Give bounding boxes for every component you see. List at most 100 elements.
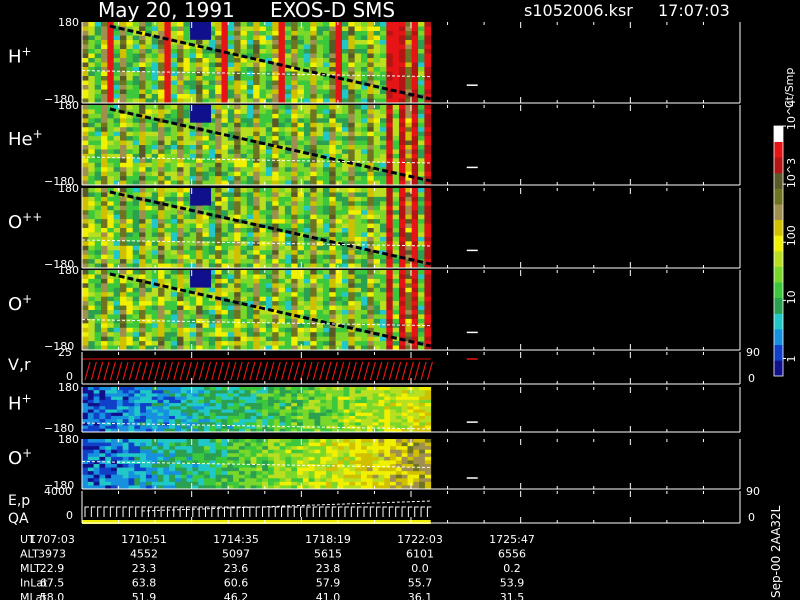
spectrogram-cell (227, 58, 235, 63)
spectrogram-cell (240, 327, 248, 333)
spectrogram-cell (272, 44, 279, 50)
spectrogram-cell (256, 412, 263, 417)
spectrogram-cell (278, 122, 286, 128)
spectrogram-cell (120, 210, 127, 216)
spectrogram-cell (418, 254, 425, 260)
spectrogram-cell (291, 270, 298, 275)
spectrogram-cell (285, 406, 292, 410)
spectrogram-cell (120, 314, 127, 320)
spectrogram-cell (240, 67, 248, 72)
spectrogram-cell (253, 259, 260, 264)
spectrogram-cell (405, 131, 413, 137)
spectrogram-cell (310, 22, 318, 27)
spectrogram-cell (169, 387, 176, 391)
spectrogram-cell (132, 188, 140, 193)
spectrogram-cell (322, 301, 330, 306)
spectrogram-cell (297, 236, 305, 242)
spectrogram-cell (373, 201, 381, 207)
spectrogram-cell (215, 22, 222, 27)
spectrogram-cell (335, 270, 343, 275)
spectrogram-cell (360, 396, 368, 401)
spectrogram-cell (373, 283, 381, 289)
spectrogram-cell (209, 406, 217, 410)
spectrogram-cell (392, 245, 400, 251)
spectrogram-cell (329, 105, 337, 110)
spectrogram-cell (183, 53, 191, 59)
spectrogram-cell (196, 314, 203, 320)
spectrogram-cell (164, 105, 172, 110)
spectrogram-cell (164, 158, 172, 164)
spectrogram-cell (227, 419, 234, 423)
spectrogram-cell (94, 118, 102, 124)
spectrogram-cell (316, 67, 324, 72)
spectrogram-cell (267, 396, 275, 401)
spectrogram-cell (284, 105, 292, 110)
spectrogram-cell (424, 301, 432, 306)
spectrogram-cell (170, 314, 178, 320)
spectrogram-cell (246, 85, 254, 90)
spectrogram-cell (183, 58, 191, 63)
spectrogram-cell (335, 192, 343, 198)
spectrogram-cell (145, 305, 153, 311)
spectrogram-cell (322, 219, 330, 224)
spectrogram-cell (329, 188, 337, 193)
spectrogram-cell (267, 406, 275, 410)
spectrogram-cell (341, 336, 349, 342)
spectrogram-cell (256, 406, 263, 410)
spectrogram-cell (151, 62, 159, 68)
spectrogram-cell (259, 171, 267, 177)
spectrogram-cell (360, 109, 368, 115)
spectrogram-cell (113, 158, 121, 164)
spectrogram-cell (140, 406, 147, 410)
spectrogram-cell (424, 270, 432, 275)
spectrogram-cell (202, 250, 210, 256)
spectrogram-cell (192, 406, 199, 410)
spectrogram-cell (399, 301, 406, 306)
spectrogram-cell (215, 310, 222, 315)
spectrogram-cell (265, 241, 273, 247)
spectrogram-cell (380, 270, 387, 275)
spectrogram-cell (405, 292, 413, 298)
panel-species-label: O++ (8, 210, 42, 233)
spectrogram-cell (392, 44, 400, 50)
spectrogram-cell (170, 149, 178, 155)
spectrogram-cell (348, 31, 356, 36)
spectrogram-cell (316, 53, 324, 59)
spectrogram-cell (297, 254, 305, 260)
spectrogram-cell (256, 390, 263, 394)
spectrogram-cell (419, 387, 426, 391)
spectrogram-cell (399, 44, 406, 50)
spectrogram-cell (82, 149, 89, 155)
spectrogram-cell (180, 425, 188, 430)
spectrogram-cell (310, 259, 318, 264)
spectrogram-cell (411, 250, 419, 256)
spectrogram-cell (367, 113, 375, 119)
spectrogram-cell (186, 409, 193, 414)
spectrogram-cell (399, 270, 406, 275)
spectrogram-cell (380, 80, 387, 86)
spectrogram-cell (329, 40, 337, 45)
spectrogram-cell (316, 274, 324, 280)
spectrogram-cell (326, 390, 333, 394)
spectrogram-cell (164, 192, 172, 198)
spectrogram-cell (272, 296, 279, 302)
spectrogram-cell (316, 278, 324, 284)
spectrogram-cell (253, 26, 260, 32)
spectrogram-cell (145, 80, 153, 86)
spectrogram-cell (303, 341, 311, 346)
spectrogram-cell (105, 393, 112, 398)
spectrogram-cell (120, 122, 127, 128)
spectrogram-cell (405, 236, 413, 242)
spectrogram-cell (101, 162, 108, 168)
spectrogram-cell (272, 89, 279, 95)
spectrogram-cell (82, 287, 89, 293)
spectrogram-cell (424, 254, 432, 260)
spectrogram-cell (348, 232, 356, 238)
spectrogram-cell (291, 85, 298, 90)
spectrogram-cell (413, 406, 420, 410)
spectrogram-cell (198, 406, 205, 410)
spectrogram-cell (87, 415, 95, 420)
spectrogram-cell (113, 341, 121, 346)
spectrogram-cell (329, 89, 337, 95)
spectrogram-cell (128, 399, 135, 404)
